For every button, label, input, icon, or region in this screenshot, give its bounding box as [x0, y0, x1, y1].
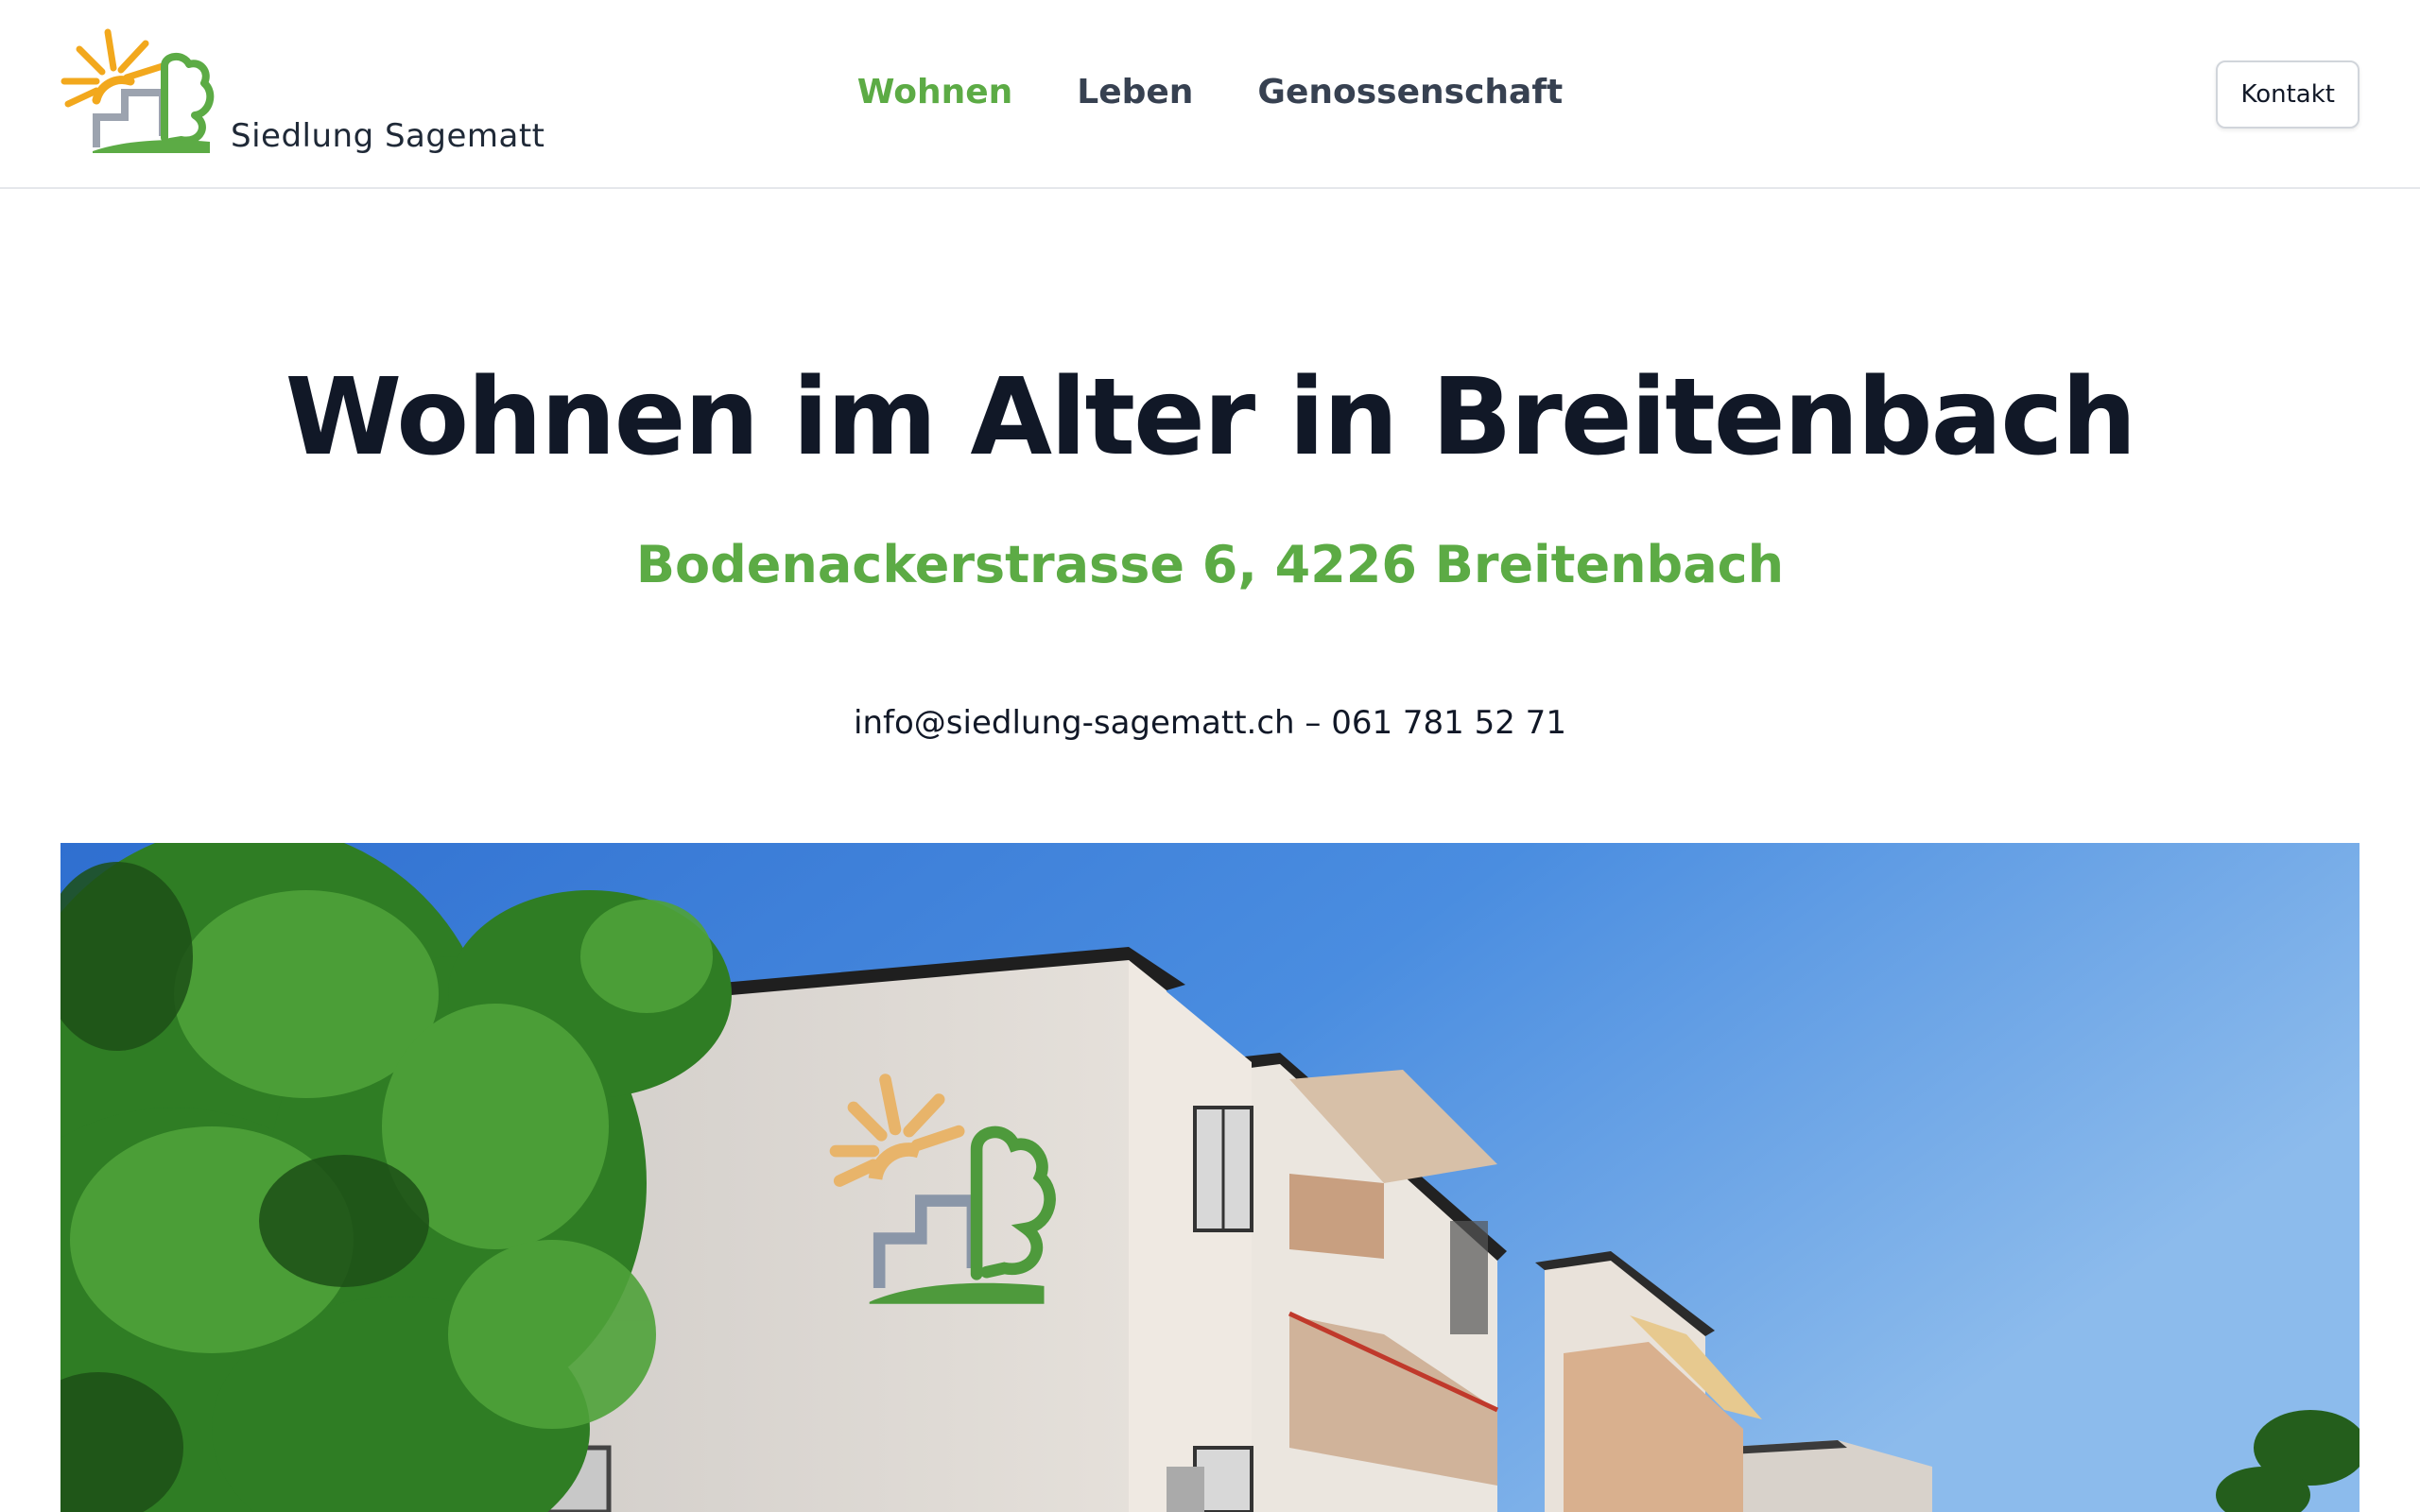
- sun-house-tree-logo-icon: [60, 28, 215, 153]
- nav-item-leben[interactable]: Leben: [1075, 64, 1195, 121]
- contact-info: info@siedlung-sagematt.ch – 061 781 52 7…: [0, 699, 2420, 747]
- site-header: Siedlung Sagematt Wohnen Leben Genossens…: [0, 0, 2420, 189]
- contact-separator: –: [1305, 704, 1332, 742]
- address-subtitle: Bodenackerstrasse 6, 4226 Breitenbach: [635, 535, 1785, 594]
- nav-item-genossenschaft[interactable]: Genossenschaft: [1255, 64, 1564, 121]
- nav-item-wohnen[interactable]: Wohnen: [856, 64, 1014, 121]
- building-photo-icon: [60, 843, 2360, 1512]
- brand-home-link[interactable]: Siedlung Sagematt: [59, 26, 545, 157]
- brand-name: Siedlung Sagematt: [231, 117, 545, 155]
- email-link[interactable]: info@siedlung-sagematt.ch: [854, 704, 1295, 742]
- contact-button[interactable]: Kontakt: [2216, 60, 2360, 129]
- page-title: Wohnen im Alter in Breitenbach: [285, 356, 2137, 479]
- phone-link[interactable]: 061 781 52 71: [1331, 704, 1566, 742]
- building-photo: [60, 843, 2360, 1512]
